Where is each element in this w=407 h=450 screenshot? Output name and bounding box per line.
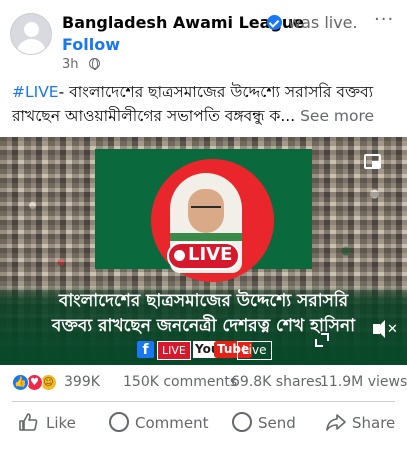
share-button-label: Share [352,414,396,432]
send-button-label: Send [258,414,296,432]
comment-icon [109,412,129,432]
portrait-scarf-border [170,233,242,241]
messenger-send-icon [232,412,252,432]
share-icon [326,414,346,431]
comment-button-label: Comment [135,414,209,432]
reaction-count[interactable]: 399K [64,374,100,390]
follow-button[interactable]: Follow [62,35,120,54]
mute-icon[interactable]: ✕ [373,320,398,338]
page-avatar[interactable] [10,13,52,55]
facebook-logo-icon: f [137,341,154,358]
post-time[interactable]: 3h [62,57,79,72]
comments-count[interactable]: 150K comments [123,374,237,390]
globe-icon [89,58,100,70]
video-player[interactable]: LIVE বাংলাদেশের ছাত্রসমাজের উদ্দেশ্যে সর… [0,137,407,365]
youtube-live-tag: Live [237,341,272,360]
see-more-link[interactable]: See more [295,107,374,125]
post-header: Bangladesh Awami League was live. Follow… [0,0,407,76]
speaker-cone-shape [376,320,385,338]
banner-title-line2: বক্তব্য রাখছেন জননেত্রী দেশরত্ন শেখ হাসি… [51,316,356,336]
post-status-text: was live. [288,13,358,32]
live-badge-text: LIVE [188,244,233,265]
facebook-live-tag: LIVE [157,341,191,360]
banner-title-line1: বাংলাদেশের ছাত্রসমাজের উদ্দেশ্যে সরাসরি [58,291,349,311]
live-dot-icon [174,250,185,261]
post-caption: #LIVE- বাংলাদেশের ছাত্রসমাজের উদ্দেশ্যে … [12,80,398,128]
stats-divider [12,401,395,402]
mute-x-glyph: ✕ [387,322,398,337]
picture-in-picture-icon[interactable] [364,154,381,169]
avatar-body-shape [17,39,46,54]
views-count: 11.9M views [320,374,407,390]
like-button-label: Like [46,414,76,432]
verified-badge-icon [267,15,282,30]
like-reaction-icon: 👍 [12,374,29,391]
like-icon [19,413,38,431]
avatar-head-shape [24,22,39,37]
hashtag-link[interactable]: #LIVE [12,83,59,101]
more-options-icon[interactable]: ··· [374,9,394,30]
expand-icon[interactable] [315,333,329,347]
shares-count[interactable]: 69.8K shares [231,374,322,390]
portrait-glasses [191,206,221,214]
